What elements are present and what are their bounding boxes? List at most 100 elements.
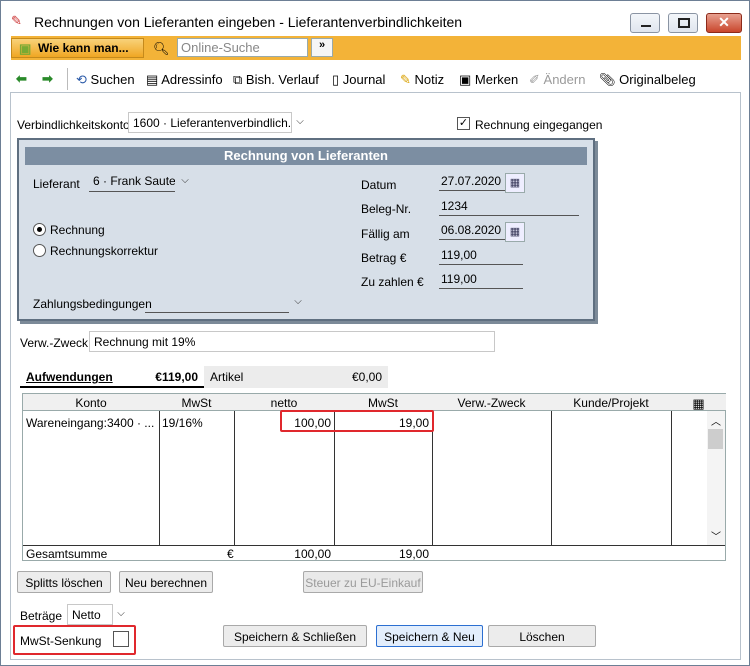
correction-radio-label: Rechnungskorrektur: [50, 244, 159, 258]
eu-tax-button[interactable]: Steuer zu EU-Einkauf: [303, 571, 423, 593]
scroll-down-icon[interactable]: ﹀: [711, 528, 721, 543]
grid-header-customer: Kunde/Projekt: [551, 394, 671, 411]
account-select[interactable]: 1600 · Lieferantenverbindlich...: [128, 112, 292, 133]
payment-terms-select[interactable]: [145, 292, 289, 313]
title-bar: ✎ Rechnungen von Lieferanten eingeben - …: [2, 2, 749, 36]
to-pay-label: Zu zahlen €: [361, 275, 424, 289]
tab-items[interactable]: Artikel €0,00: [204, 366, 388, 388]
grid-header-vat: MwSt: [334, 394, 432, 411]
memorize-button[interactable]: ▣ Merken: [459, 72, 518, 88]
grid-header-vat-code: MwSt: [159, 394, 234, 411]
tab-items-amount: €0,00: [351, 370, 382, 384]
delete-splits-button[interactable]: Splitts löschen: [17, 571, 111, 593]
grid-header-settings: ▦: [671, 394, 726, 411]
invoice-received-label: Rechnung eingegangen: [475, 118, 603, 132]
journal-button[interactable]: ▯ Journal: [332, 72, 385, 88]
calendar-icon[interactable]: ▦: [505, 173, 525, 193]
note-label: Notiz: [414, 72, 445, 87]
due-date-field[interactable]: 06.08.2020: [439, 221, 507, 240]
invoice-received-checkbox[interactable]: ✓: [457, 117, 470, 130]
total-currency: €: [227, 547, 234, 561]
invoice-radio[interactable]: [33, 223, 46, 236]
address-card-icon: ▤: [146, 72, 159, 87]
address-info-button[interactable]: ▤ Adressinfo: [146, 72, 223, 88]
correction-radio[interactable]: [33, 244, 46, 257]
chevron-down-icon[interactable]: ⌵: [289, 292, 307, 313]
vat-reduction-checkbox[interactable]: [113, 631, 129, 647]
save-close-button[interactable]: Speichern & Schließen: [223, 625, 367, 647]
edit-button[interactable]: ✐ Ändern: [529, 72, 585, 88]
find-label: Suchen: [90, 72, 135, 87]
vat-reduction-label: MwSt-Senkung: [20, 634, 102, 648]
close-button[interactable]: ✕: [706, 13, 742, 33]
amount-label: Betrag €: [361, 251, 407, 265]
recalculate-button[interactable]: Neu berechnen: [119, 571, 213, 593]
note-icon: ✎: [400, 72, 411, 87]
total-label: Gesamtsumme: [26, 547, 108, 561]
address-info-label: Adressinfo: [161, 72, 223, 87]
search-input[interactable]: Online-Suche: [177, 38, 308, 57]
scroll-up-icon[interactable]: ︿: [711, 413, 721, 428]
history-button[interactable]: ⧉ Bish. Verlauf: [233, 72, 319, 88]
grid-header-account: Konto: [23, 394, 159, 411]
search-go-button[interactable]: »: [311, 38, 333, 57]
grid-header-purpose: Verw.-Zweck: [432, 394, 551, 411]
back-arrow-icon[interactable]: ⬅: [16, 72, 27, 85]
tab-expenses[interactable]: Aufwendungen €119,00: [20, 366, 204, 388]
chevron-down-icon[interactable]: ⌵: [176, 171, 194, 192]
help-button-label: Wie kann man...: [38, 41, 129, 55]
account-label: Verbindlichkeitskonto: [17, 118, 130, 132]
row-account[interactable]: Wareneingang:3400 · ...: [26, 416, 154, 430]
window-title: Rechnungen von Lieferanten eingeben - Li…: [34, 14, 463, 30]
original-receipt-button[interactable]: 📎︎ Originalbeleg: [599, 72, 696, 88]
delete-button[interactable]: Löschen: [488, 625, 596, 647]
purpose-label: Verw.-Zweck: [20, 336, 89, 350]
find-icon: ⟲: [76, 72, 87, 87]
paperclip-icon: 📎︎: [599, 72, 616, 87]
date-field[interactable]: 27.07.2020: [439, 172, 507, 191]
edit-icon: ✐: [529, 72, 540, 87]
book-icon: ▣: [19, 41, 32, 56]
chevron-down-icon[interactable]: ⌵: [291, 112, 309, 133]
supplier-select[interactable]: 6 · Frank Sauter: [89, 171, 175, 192]
panel-title: Rechnung von Lieferanten: [25, 147, 587, 165]
calendar-icon[interactable]: ▦: [505, 222, 525, 242]
row-vat-code[interactable]: 19/16%: [162, 416, 203, 430]
minimize-button[interactable]: [630, 13, 660, 33]
original-receipt-label: Originalbeleg: [619, 72, 696, 87]
column-settings-icon[interactable]: ▦: [692, 396, 704, 411]
date-label: Datum: [361, 178, 397, 192]
amount-field[interactable]: 119,00: [439, 246, 523, 265]
history-label: Bish. Verlauf: [245, 72, 319, 87]
app-window: ✎ Rechnungen von Lieferanten eingeben - …: [0, 0, 750, 666]
scroll-thumb[interactable]: [708, 429, 723, 449]
toolbar: ⬅ ➡ ⟲ Suchen ▤ Adressinfo ⧉ Bish. Verlau…: [11, 66, 741, 92]
chevron-down-icon[interactable]: ⌵: [112, 604, 130, 625]
maximize-button[interactable]: [668, 13, 698, 33]
invoice-panel: Rechnung von Lieferanten Lieferant 6 · F…: [17, 138, 595, 321]
search-icon: 🔍︎: [153, 41, 170, 56]
tab-expenses-amount: €119,00: [155, 370, 198, 384]
forward-arrow-icon[interactable]: ➡: [42, 72, 53, 85]
purpose-input[interactable]: Rechnung mit 19%: [89, 331, 495, 352]
app-icon: ✎: [11, 13, 22, 28]
supplier-label: Lieferant: [33, 177, 80, 191]
payment-terms-label: Zahlungsbedingungen: [33, 297, 152, 311]
help-button[interactable]: ▣ Wie kann man...: [11, 38, 144, 58]
receipt-no-label: Beleg-Nr.: [361, 202, 412, 216]
grid-header-net: netto: [234, 394, 334, 411]
tab-expenses-label: Aufwendungen: [26, 370, 113, 384]
find-button[interactable]: ⟲ Suchen: [76, 72, 135, 88]
highlight-amounts: [280, 410, 434, 432]
due-date-label: Fällig am: [361, 227, 410, 241]
note-button[interactable]: ✎ Notiz: [400, 72, 444, 88]
total-net: 100,00: [294, 547, 331, 561]
tab-items-label: Artikel: [210, 370, 244, 384]
grid-scrollbar[interactable]: ︿ ﹀: [707, 411, 725, 545]
save-new-button[interactable]: Speichern & Neu: [376, 625, 483, 647]
edit-label: Ändern: [543, 72, 586, 87]
journal-icon: ▯: [332, 72, 340, 87]
save-disk-icon: ▣: [459, 72, 472, 87]
amounts-select[interactable]: Netto: [67, 604, 113, 625]
receipt-no-field[interactable]: 1234: [439, 197, 579, 216]
